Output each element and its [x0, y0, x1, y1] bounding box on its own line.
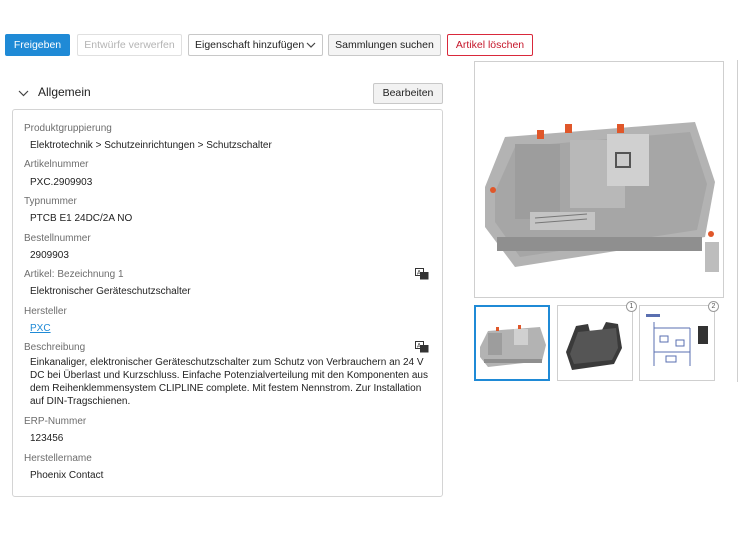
discard-drafts-button: Entwürfe verwerfen: [77, 34, 182, 56]
field-value-product-grouping: Elektrotechnik > Schutzeinrichtungen > S…: [30, 140, 272, 151]
field-value-article-number: PXC.2909903: [30, 177, 93, 188]
thumbnail-badge: 1: [626, 301, 637, 312]
release-button[interactable]: Freigeben: [5, 34, 70, 56]
field-value-type-number: PTCB E1 24DC/2A NO: [30, 213, 133, 224]
field-value-order-number: 2909903: [30, 250, 69, 261]
field-label-manufacturer: Hersteller: [24, 306, 67, 317]
delete-article-button[interactable]: Artikel löschen: [447, 34, 533, 56]
thumbnail-product[interactable]: [474, 305, 550, 381]
chevron-down-icon: [306, 42, 316, 48]
field-label-product-grouping: Produktgruppierung: [24, 123, 112, 134]
field-value-designation: Elektronischer Geräteschutzschalter: [30, 286, 191, 297]
field-label-type-number: Typnummer: [24, 196, 77, 207]
field-label-order-number: Bestellnummer: [24, 233, 91, 244]
field-value-manufacturer-name: Phoenix Contact: [30, 470, 104, 481]
field-label-manufacturer-name: Herstellername: [24, 453, 92, 464]
field-label-description: Beschreibung: [24, 342, 86, 353]
collapse-chevron-icon[interactable]: [18, 88, 29, 99]
device-illustration: [485, 122, 719, 272]
field-value-description: Einkanaliger, elektronischer Geräteschut…: [30, 357, 428, 407]
edit-button[interactable]: Bearbeiten: [373, 83, 443, 104]
thumbnail-diagram[interactable]: 2: [639, 301, 719, 381]
field-label-article-number: Artikelnummer: [24, 159, 89, 170]
field-label-erp-number: ERP-Nummer: [24, 416, 87, 427]
section-title: Allgemein: [38, 85, 91, 99]
thumbnail-circuit-icon: [646, 314, 708, 366]
thumbnail-badge: 2: [708, 301, 719, 312]
field-label-designation: Artikel: Bezeichnung 1: [24, 269, 124, 280]
add-property-label: Eigenschaft hinzufügen: [195, 39, 305, 51]
thumbnail-side-view[interactable]: 1: [557, 301, 637, 381]
manufacturer-link[interactable]: PXC: [30, 323, 51, 334]
properties-panel: Produktgruppierung Elektrotechnik > Schu…: [12, 109, 443, 497]
translate-icon[interactable]: A: [415, 341, 429, 353]
field-value-erp-number: 123456: [30, 433, 64, 444]
translate-icon[interactable]: A: [415, 268, 429, 280]
thumbnail-device-icon: [480, 325, 546, 367]
search-collections-button[interactable]: Sammlungen suchen: [328, 34, 441, 56]
product-image[interactable]: [474, 61, 724, 298]
thumbnail-side-icon: [566, 322, 622, 370]
add-property-dropdown[interactable]: Eigenschaft hinzufügen: [188, 34, 323, 56]
